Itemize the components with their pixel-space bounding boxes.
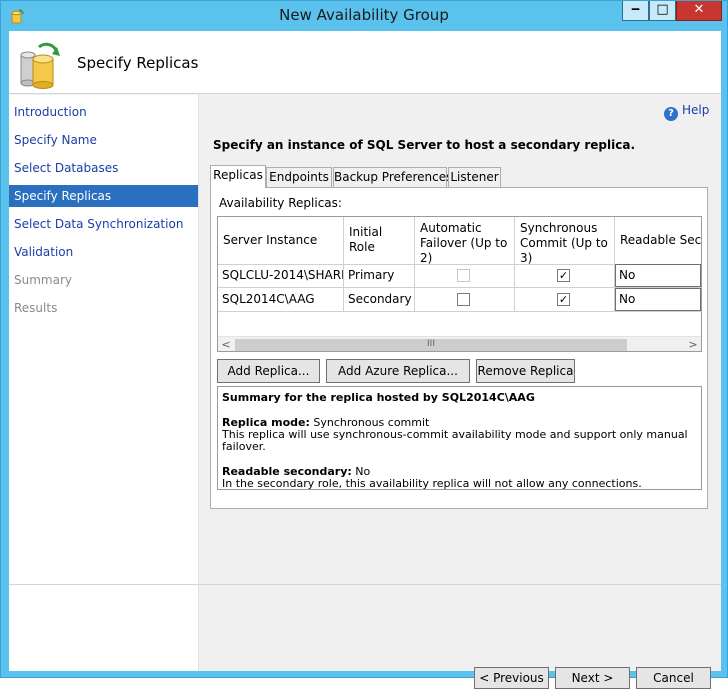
previous-button-label: Previous	[493, 671, 544, 685]
replica-mode-description: This replica will use synchronous-commit…	[222, 428, 688, 453]
sidebar-item-introduction[interactable]: Introduction	[9, 101, 198, 123]
sidebar-item-validation[interactable]: Validation	[9, 241, 198, 263]
instruction-text: Specify an instance of SQL Server to hos…	[213, 138, 636, 152]
availability-replicas-label: Availability Replicas:	[219, 196, 342, 210]
add-replica-button[interactable]: Add Replica...	[217, 359, 320, 383]
minimize-button[interactable]: ‒	[622, 1, 649, 21]
sidebar-item-select-databases[interactable]: Select Databases	[9, 157, 198, 179]
cell-initial-role: Secondary	[344, 288, 415, 312]
replicas-tab-panel: Availability Replicas: Server Instance I…	[210, 187, 708, 509]
cell-server-instance: SQL2014C\AAG	[218, 288, 344, 312]
synchronous-commit-checkbox[interactable]: ✓	[557, 293, 570, 306]
tab-endpoints[interactable]: Endpoints	[266, 167, 332, 187]
summary-title: Summary for the replica hosted by SQL201…	[222, 391, 535, 404]
previous-button[interactable]: < Previous	[474, 667, 549, 689]
remove-replica-button[interactable]: Remove Replica	[476, 359, 575, 383]
help-label: Help	[682, 103, 710, 117]
close-icon: ✕	[693, 2, 705, 17]
sidebar-item-specify-name[interactable]: Specify Name	[9, 129, 198, 151]
column-header-automatic-failover[interactable]: Automatic Failover (Up to 2)	[415, 217, 515, 265]
add-azure-replica-button[interactable]: Add Azure Replica...	[326, 359, 470, 383]
scrollbar-thumb[interactable]: III	[235, 339, 627, 351]
next-button[interactable]: Next >	[555, 667, 630, 689]
tab-listener[interactable]: Listener	[448, 167, 501, 187]
column-header-readable-secondary[interactable]: Readable Secondary	[615, 217, 701, 265]
tab-replicas[interactable]: Replicas	[210, 165, 266, 188]
replica-summary-box: Summary for the replica hosted by SQL201…	[217, 386, 702, 490]
sidebar-item-results: Results	[14, 301, 58, 315]
readable-secondary-dropdown[interactable]: No	[615, 288, 701, 311]
cell-synchronous-commit: ✓	[515, 264, 615, 288]
window-title: New Availability Group	[279, 6, 449, 24]
cell-server-instance: SQLCLU-2014\SHARE...	[218, 264, 344, 288]
readable-secondary-description: In the secondary role, this availability…	[222, 477, 642, 490]
database-sync-icon	[20, 42, 60, 89]
cell-readable-secondary: No	[615, 288, 701, 312]
sidebar-item-summary: Summary	[14, 273, 72, 287]
help-link[interactable]: ? Help	[664, 103, 709, 121]
close-button[interactable]: ✕	[676, 1, 722, 21]
tab-backup-preferences[interactable]: Backup Preferences	[333, 167, 452, 187]
help-icon: ?	[664, 107, 678, 121]
grid-horizontal-scrollbar[interactable]: < III >	[218, 336, 701, 351]
replica-mode-section: Replica mode: Synchronous commit This re…	[222, 417, 697, 453]
cell-readable-secondary: No	[615, 264, 701, 288]
scroll-right-icon[interactable]: >	[685, 337, 701, 351]
cancel-button[interactable]: Cancel	[636, 667, 711, 689]
column-header-server-instance[interactable]: Server Instance	[218, 217, 344, 265]
readable-secondary-dropdown[interactable]: No	[615, 264, 701, 287]
scroll-left-icon[interactable]: <	[218, 337, 234, 351]
automatic-failover-checkbox[interactable]	[457, 293, 470, 306]
maximize-button[interactable]: □	[649, 1, 676, 21]
page-title: Specify Replicas	[77, 54, 199, 72]
footer-divider	[9, 584, 721, 585]
sidebar-item-specify-replicas[interactable]: Specify Replicas	[9, 185, 198, 207]
availability-replicas-grid[interactable]: Server Instance Initial Role Automatic F…	[217, 216, 702, 352]
wizard-window: New Availability Group ‒ □ ✕ Specify Rep…	[0, 0, 728, 689]
cell-initial-role: Primary	[344, 264, 415, 288]
readable-secondary-section: Readable secondary: No In the secondary …	[222, 466, 697, 490]
wizard-client-area: Specify Replicas Introduction Specify Na…	[9, 31, 721, 689]
synchronous-commit-checkbox[interactable]: ✓	[557, 269, 570, 282]
automatic-failover-checkbox	[457, 269, 470, 282]
wizard-header: Specify Replicas	[9, 31, 721, 94]
column-header-initial-role[interactable]: Initial Role	[344, 217, 415, 265]
sidebar-item-select-data-synchronization[interactable]: Select Data Synchronization	[9, 213, 198, 235]
cell-automatic-failover	[415, 264, 515, 288]
cell-synchronous-commit: ✓	[515, 288, 615, 312]
cell-automatic-failover	[415, 288, 515, 312]
title-bar[interactable]: New Availability Group ‒ □ ✕	[1, 1, 727, 31]
column-header-synchronous-commit[interactable]: Synchronous Commit (Up to 3)	[515, 217, 615, 265]
